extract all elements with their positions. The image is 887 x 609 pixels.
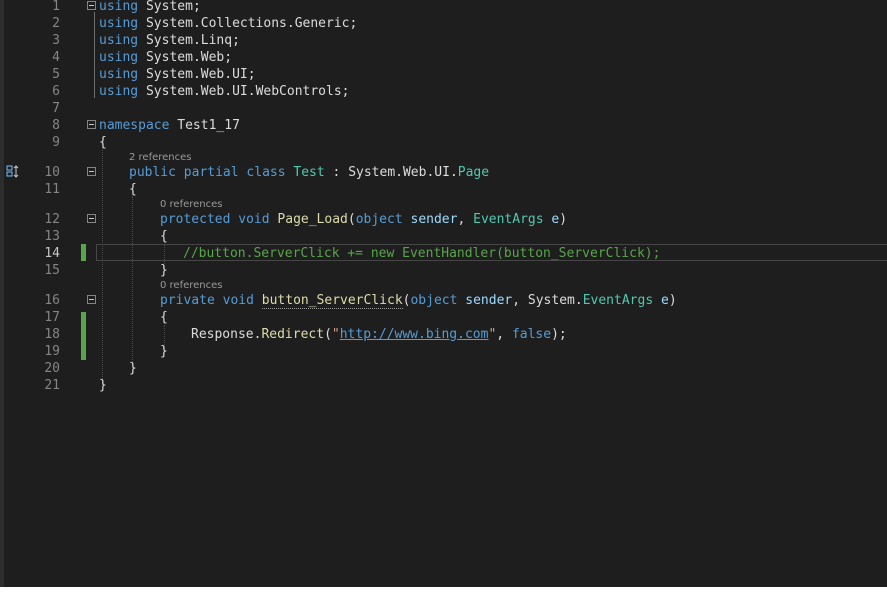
codelens-references[interactable]: 0 references <box>160 280 223 292</box>
collapse-toggle-icon[interactable] <box>87 120 96 129</box>
code-line: 13 { <box>0 228 887 245</box>
code-line: 6 using System.Web.UI.WebControls; <box>0 83 887 100</box>
line-number: 16 <box>44 293 60 308</box>
code-text: using System.Collections.Generic; <box>99 16 358 31</box>
collapse-toggle-icon[interactable] <box>87 214 96 223</box>
code-line: 2 using System.Collections.Generic; <box>0 15 887 32</box>
code-text: } <box>129 361 137 376</box>
line-number: 18 <box>44 327 60 342</box>
line-number: 17 <box>44 310 60 325</box>
code-text: using System.Web; <box>99 50 233 65</box>
code-text: public partial class Test : System.Web.U… <box>129 165 490 180</box>
code-line: 16 private void button_ServerClick(objec… <box>0 292 887 309</box>
code-line: 15 } <box>0 262 887 279</box>
line-number: 15 <box>44 263 60 278</box>
line-number: 20 <box>44 361 60 376</box>
codelens-references[interactable]: 2 references <box>129 152 192 164</box>
collapse-toggle-icon[interactable] <box>87 295 96 304</box>
code-text: private void button_ServerClick(object s… <box>160 293 677 309</box>
collapse-toggle-icon[interactable] <box>87 1 96 10</box>
code-line-current: 14 //button.ServerClick += new EventHand… <box>0 245 887 262</box>
code-text: Response.Redirect("http://www.bing.com",… <box>191 327 567 342</box>
line-number: 11 <box>44 182 60 197</box>
line-number: 5 <box>52 67 60 82</box>
code-line: 5 using System.Web.UI; <box>0 66 887 83</box>
code-text: protected void Page_Load(object sender, … <box>160 212 568 227</box>
line-number: 8 <box>52 118 60 133</box>
line-number: 4 <box>52 50 60 65</box>
comment-text: //button.ServerClick += new EventHandler… <box>183 246 661 261</box>
code-line: 3 using System.Linq; <box>0 32 887 49</box>
code-line: 10 public partial class Test : System.We… <box>0 164 887 181</box>
collapse-toggle-icon[interactable] <box>87 167 96 176</box>
code-line: 11 { <box>0 181 887 198</box>
code-line: 9 { <box>0 134 887 151</box>
code-line: 8 namespace Test1_17 <box>0 117 887 134</box>
code-text: } <box>160 263 168 278</box>
line-number: 1 <box>52 0 60 14</box>
url-link[interactable]: http://www.bing.com <box>340 327 489 342</box>
line-number: 6 <box>52 84 60 99</box>
code-line: 4 using System.Web; <box>0 49 887 66</box>
code-line: 18 Response.Redirect("http://www.bing.co… <box>0 326 887 343</box>
code-text: { <box>99 135 107 150</box>
code-line: 12 protected void Page_Load(object sende… <box>0 211 887 228</box>
code-text: { <box>160 229 168 244</box>
code-text: } <box>160 344 168 359</box>
line-number: 9 <box>52 135 60 150</box>
line-number: 10 <box>44 165 60 180</box>
line-number: 7 <box>52 101 60 116</box>
line-number: 12 <box>44 212 60 227</box>
code-line: 21 } <box>0 377 887 394</box>
codelens-references[interactable]: 0 references <box>160 199 223 211</box>
code-text: } <box>99 378 107 393</box>
code-text: using System.Web.UI.WebControls; <box>99 84 350 99</box>
line-number: 2 <box>52 16 60 31</box>
line-number: 3 <box>52 33 60 48</box>
line-number: 19 <box>44 344 60 359</box>
code-text: namespace Test1_17 <box>99 118 240 133</box>
line-number: 13 <box>44 229 60 244</box>
code-text: { <box>129 182 137 197</box>
line-number: 14 <box>44 246 60 261</box>
code-text: using System.Linq; <box>99 33 240 48</box>
code-line: 20 } <box>0 360 887 377</box>
code-text: using System.Web.UI; <box>99 67 256 82</box>
code-line: 17 { <box>0 309 887 326</box>
line-number: 21 <box>44 378 60 393</box>
code-text: { <box>160 310 168 325</box>
code-line: 7 <box>0 100 887 117</box>
code-text: using System; <box>99 0 201 14</box>
code-editor[interactable]: 1 using System; 2 using System.Collectio… <box>0 0 887 587</box>
code-line: 19 } <box>0 343 887 360</box>
code-line: 1 using System; <box>0 0 887 15</box>
